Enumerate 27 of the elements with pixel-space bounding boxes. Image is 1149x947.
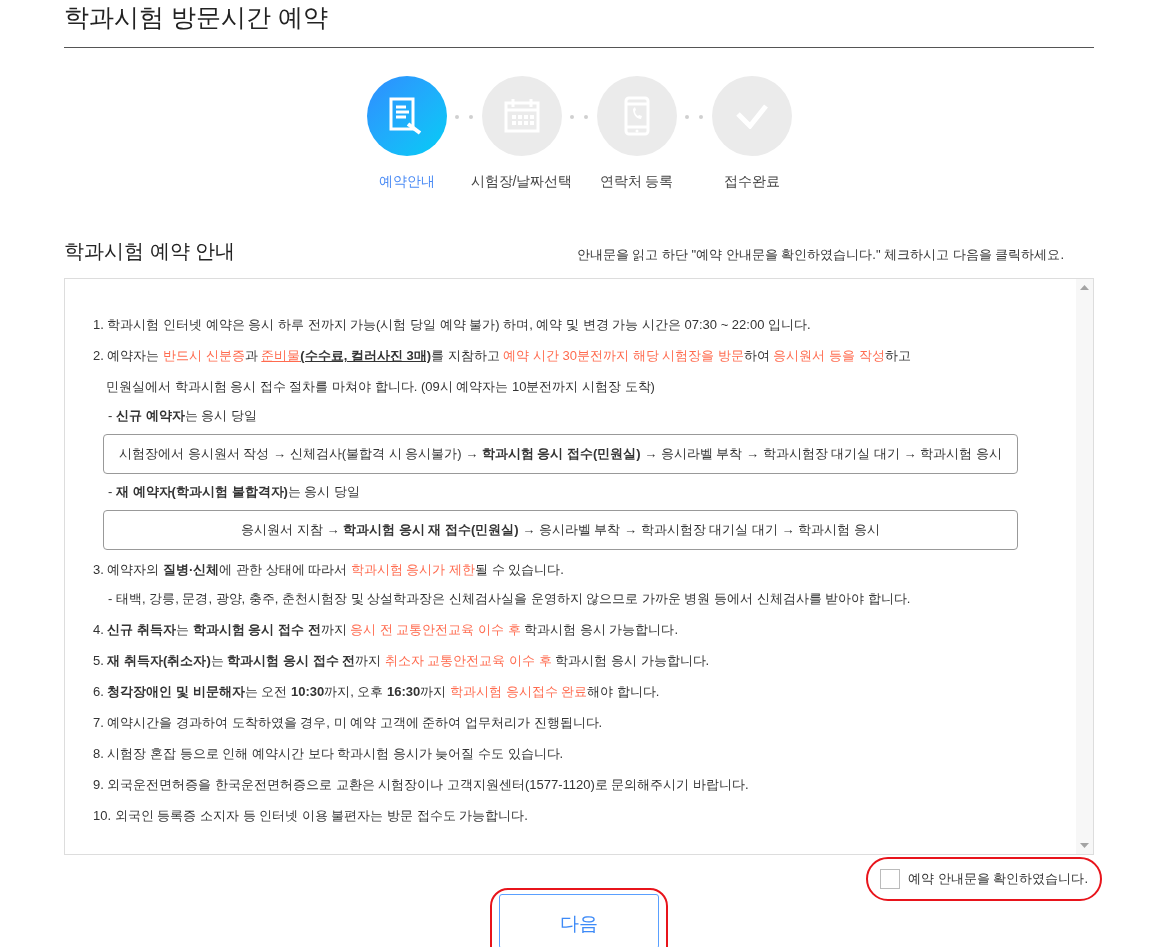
notice-item: 9. 외국운전면허증을 한국운전면허증으로 교환은 시험장이나 고객지원센터(1577-1120)로 문의해주시기 바랍니다.	[93, 776, 750, 794]
notice-item: 10. 외국인 등록증 소지자 등 인터넷 이용 불편자는 방문 접수도 가능합니다.	[93, 807, 529, 825]
step-label: 예약안내	[378, 172, 435, 191]
notice-item: 1. 학과시험 인터넷 예약은 응시 하루 전까지 가능(시험 당일 예약 불가) 하며, 예약 및 변경 가능 시간은 07:30 ~ 22:00 입니다.	[93, 316, 812, 334]
procedure-flow: 응시원서 지참 → 학과시험 응시 재 접수(민원실) → 응시라벨 부착 → 학과시험장 대기실 대기 → 학과시험 응시	[103, 510, 1018, 550]
scroll-down-icon[interactable]	[1080, 843, 1089, 848]
notice-item: 4. 신규 취득자는 학과시험 응시 접수 전까지 응시 전 교통안전교육 이수 후 학과시험 응시 가능합니다.	[93, 621, 680, 639]
step-label: 접수완료	[723, 172, 780, 191]
confirm-checkbox[interactable]	[880, 869, 901, 889]
notice-subitem: - 태백, 강릉, 문경, 광양, 충주, 춘천시험장 및 상설학과장은 신체검사실을 운영하지 않으므로 가까운 병원 등에서 신체검사를 받아야 합니다.	[107, 590, 912, 608]
notice-item: 8. 시험장 혼잡 등으로 인해 예약시간 보다 학과시험 응시가 늦어질 수도 있습니다.	[93, 745, 565, 763]
notice-subitem: - 재 예약자(학과시험 불합격자)는 응시 당일	[107, 483, 362, 501]
notice-item: 3. 예약자의 질병·신체에 관한 상태에 따라서 학과시험 응시가 제한될 수 있습니다.	[93, 561, 565, 579]
notice-item: 6. 청각장애인 및 비문해자는 오전 10:30까지, 오후 16:30까지 학과시험 응시접수 완료해야 합니다.	[93, 683, 661, 701]
notice-text: 민원실에서 학과시험 응시 접수 절차를 마쳐야 합니다. (09시 예약자는 10분전까지 시험장 도착)	[105, 378, 656, 396]
section-title: 학과시험 예약 안내	[64, 239, 236, 264]
next-button[interactable]: 다음	[499, 894, 659, 947]
notice-subitem: - 신규 예약자는 응시 당일	[107, 407, 258, 425]
scroll-up-icon[interactable]	[1080, 285, 1089, 290]
page-title: 학과시험 방문시간 예약	[64, 0, 1094, 48]
step-label: 시험장/날짜선택	[470, 172, 573, 191]
instruction-text: 안내문을 읽고 하단 "예약 안내문을 확인하였습니다." 체크하시고 다음을 클릭하세요.	[576, 245, 1064, 264]
notice-item: 7. 예약시간을 경과하여 도착하였을 경우, 미 예약 고객에 준하여 업무처리가 진행됩니다.	[93, 714, 604, 732]
confirm-label: 예약 안내문을 확인하였습니다.	[908, 870, 1088, 889]
notice-item: 5. 재 취득자(취소자)는 학과시험 응시 접수 전까지 취소자 교통안전교육 이수 후 학과시험 응시 가능합니다.	[93, 652, 711, 670]
procedure-flow: 시험장에서 응시원서 작성 → 신체검사(불합격 시 응시불가) → 학과시험 응시 접수(민원실) → 응시라벨 부착 → 학과시험장 대기실 대기 → 학과시험 응시	[103, 434, 1018, 474]
step-label: 연락처 등록	[599, 172, 674, 191]
